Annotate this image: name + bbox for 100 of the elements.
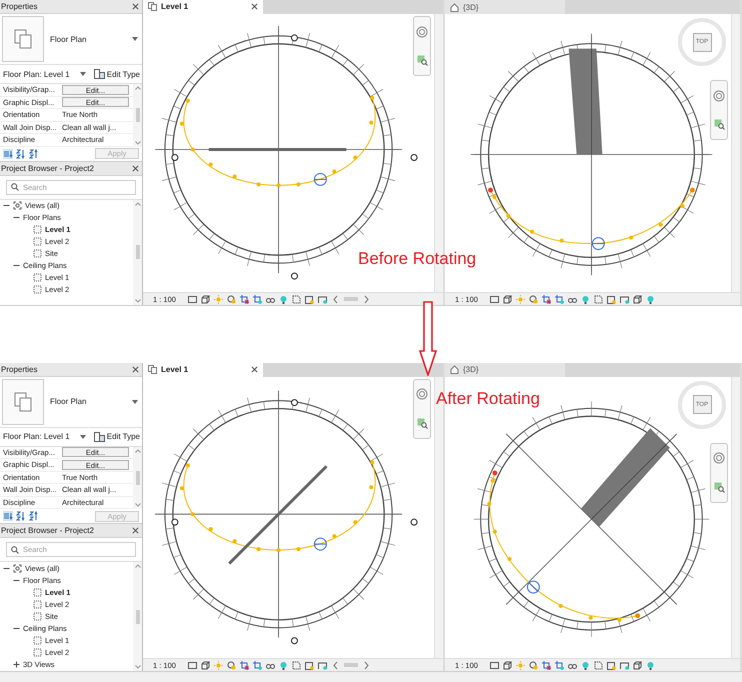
categorized-icon[interactable]: [3, 148, 13, 158]
sheet-icon[interactable]: [594, 294, 603, 304]
sort-descending-icon[interactable]: [29, 511, 39, 522]
zoom-icon[interactable]: [416, 55, 428, 66]
crop-icon[interactable]: [240, 294, 249, 304]
scroll-thumb[interactable]: [344, 663, 358, 668]
bulb-icon[interactable]: [278, 294, 288, 304]
document-icon: [148, 365, 157, 374]
box-icon[interactable]: [304, 294, 314, 304]
chevron-left-icon[interactable]: [330, 294, 340, 304]
cube-icon[interactable]: [502, 660, 512, 670]
view-tab[interactable]: {3D}: [445, 362, 565, 377]
wheel-icon[interactable]: [416, 388, 428, 400]
collapse-icon[interactable]: [13, 262, 20, 269]
zoom-icon[interactable]: [416, 418, 428, 429]
shadow-icon[interactable]: [528, 660, 538, 670]
bulb-icon[interactable]: [646, 294, 655, 304]
chevron-left-icon[interactable]: [330, 660, 340, 670]
scrollbar[interactable]: [133, 200, 142, 305]
scroll-thumb[interactable]: [344, 297, 358, 301]
zoom-icon[interactable]: [714, 119, 724, 130]
bulb-icon[interactable]: [580, 660, 590, 670]
wheel-icon[interactable]: [416, 26, 428, 38]
collapse-icon[interactable]: [3, 202, 10, 209]
type-name: Floor Plan: [50, 34, 88, 44]
navigation-bar[interactable]: [710, 80, 728, 140]
shadow-icon[interactable]: [528, 294, 538, 304]
crop-icon[interactable]: [252, 660, 262, 670]
caret-icon: [132, 400, 138, 404]
cube-icon[interactable]: [632, 660, 642, 670]
panel-title: Properties: [1, 364, 38, 374]
expand-icon[interactable]: [13, 660, 20, 668]
crop-icon[interactable]: [554, 294, 564, 304]
crop-icon[interactable]: [542, 660, 551, 670]
search-icon: [11, 183, 19, 191]
wheel-icon[interactable]: [713, 452, 725, 464]
frame-icon[interactable]: [490, 294, 499, 304]
cube-icon[interactable]: [502, 294, 512, 304]
chevron-right-icon[interactable]: [362, 294, 371, 304]
navigation-bar[interactable]: [710, 442, 728, 503]
frame-icon[interactable]: [620, 660, 629, 670]
sheet-icon[interactable]: [292, 660, 301, 670]
instance-dropdown[interactable]: Floor Plan: Level 1: [2, 70, 90, 78]
sheet-icon[interactable]: [292, 294, 301, 304]
close-icon[interactable]: [251, 3, 258, 10]
sheet-icon[interactable]: [594, 660, 603, 670]
caption: After Rotating: [436, 389, 540, 409]
close-icon[interactable]: [251, 366, 258, 374]
wheel-icon[interactable]: [713, 90, 725, 102]
bulb-icon[interactable]: [278, 660, 288, 670]
cube-icon[interactable]: [200, 294, 210, 304]
instance-dropdown[interactable]: Floor Plan: Level 1: [2, 432, 90, 442]
crop-icon[interactable]: [240, 660, 249, 670]
zoom-icon[interactable]: [714, 482, 724, 493]
close-icon[interactable]: [132, 527, 139, 534]
edit-type-button[interactable]: Edit Type: [94, 69, 140, 79]
view-tab[interactable]: Level 1: [143, 362, 263, 377]
collapse-icon[interactable]: [13, 214, 20, 221]
frame-icon[interactable]: [318, 660, 327, 670]
crop-icon[interactable]: [542, 294, 551, 304]
close-icon[interactable]: [132, 164, 139, 172]
sort-descending-icon[interactable]: [29, 148, 39, 158]
frame-icon[interactable]: [188, 294, 197, 304]
shadow-icon[interactable]: [226, 660, 236, 670]
frame-icon[interactable]: [318, 294, 327, 304]
bulb-icon[interactable]: [646, 660, 655, 670]
type-selector[interactable]: Floor Plan: [0, 14, 142, 65]
frame-icon[interactable]: [188, 660, 197, 670]
close-icon[interactable]: [132, 3, 139, 10]
cube-icon[interactable]: [632, 294, 642, 304]
navigation-bar[interactable]: [413, 378, 431, 439]
type-selector[interactable]: Floor Plan: [0, 376, 142, 428]
sort-ascending-icon[interactable]: [16, 511, 26, 522]
scrollbar[interactable]: [133, 84, 142, 146]
crop-icon[interactable]: [554, 660, 564, 670]
scrollbar[interactable]: [133, 562, 142, 672]
bulb-icon[interactable]: [580, 294, 590, 304]
scrollbar[interactable]: [731, 14, 740, 292]
scrollbar[interactable]: [133, 446, 142, 510]
box-icon[interactable]: [304, 660, 314, 670]
categorized-icon[interactable]: [3, 511, 13, 522]
box-icon[interactable]: [606, 660, 616, 670]
navigation-bar[interactable]: [413, 16, 431, 76]
frame-icon[interactable]: [490, 660, 499, 670]
panel-title: Project Browser - Project2: [1, 526, 94, 536]
crop-icon[interactable]: [252, 294, 262, 304]
cube-icon[interactable]: [200, 660, 210, 670]
edit-type-icon: [94, 69, 105, 79]
box-icon[interactable]: [606, 294, 616, 304]
shadow-icon[interactable]: [226, 294, 236, 304]
views-icon: [13, 201, 22, 210]
frame-icon[interactable]: [620, 294, 629, 304]
edit-type-button[interactable]: Edit Type: [94, 432, 140, 442]
view-tab[interactable]: Level 1: [143, 0, 263, 14]
sort-ascending-icon[interactable]: [16, 148, 26, 158]
view-tab[interactable]: {3D}: [445, 0, 565, 14]
scrollbar[interactable]: [731, 376, 740, 658]
chevron-right-icon[interactable]: [362, 660, 371, 670]
caret-icon: [80, 434, 86, 439]
close-icon[interactable]: [132, 366, 139, 373]
